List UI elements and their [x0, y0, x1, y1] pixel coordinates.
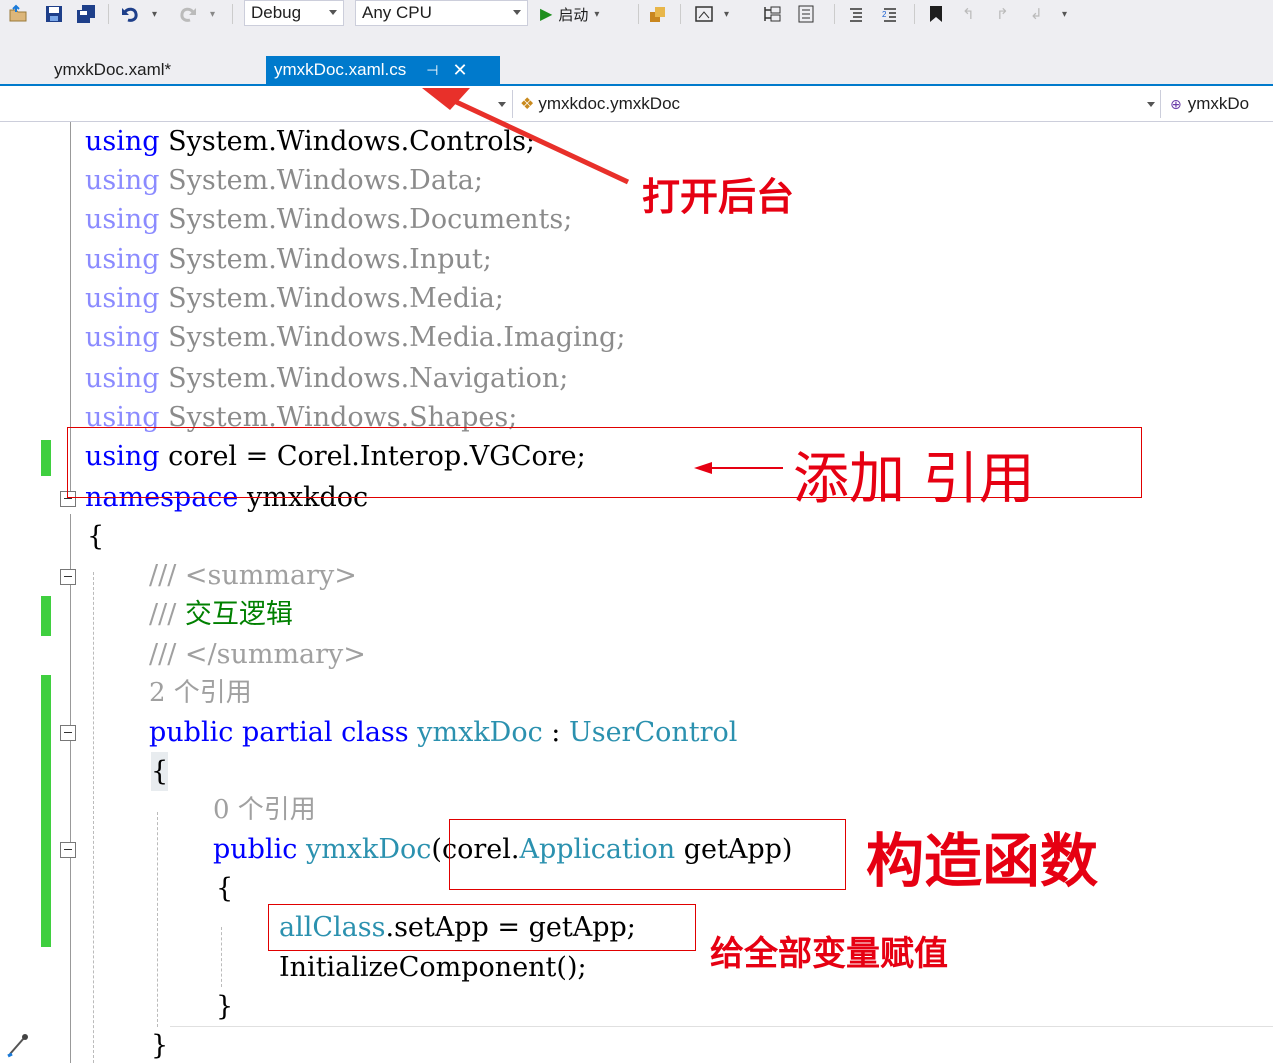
code-line: using System.Windows.Documents; — [85, 204, 573, 235]
assignment-highlight — [268, 904, 696, 951]
tab-ymxkdoc-xaml-cs[interactable]: ymxkDoc.xaml.cs ⊣ ✕ — [266, 56, 500, 84]
code-line: /// 交互逻辑 — [149, 599, 293, 630]
type-dropdown[interactable]: ❖ ymxkdoc.ymxkDoc — [520, 90, 680, 118]
member-icon: ⊕ — [1170, 95, 1182, 112]
change-indicator — [41, 675, 51, 947]
code-line: using System.Windows.Media.Imaging; — [85, 322, 626, 353]
solution-config-value: Debug — [251, 3, 302, 22]
indent-guide — [157, 812, 158, 1027]
indent-guide — [93, 572, 94, 1063]
code-line: using System.Windows.Input; — [85, 244, 492, 275]
solution-config-dropdown[interactable]: Debug — [244, 0, 344, 26]
comment-icon[interactable] — [846, 2, 866, 26]
toolbar: ▾ ▾ Debug Any CPU ▶ 启动 ▾ ▾ 2 ↰ ↱ ↲ ▾ — [0, 0, 1273, 30]
codelens-refs[interactable]: 0 个引用 — [213, 791, 316, 830]
redo-dropdown-icon[interactable]: ▾ — [210, 2, 215, 26]
navigation-bar: ❖ ymxkdoc.ymxkDoc ⊕ ymxkDo — [0, 86, 1273, 122]
member-dropdown[interactable]: ⊕ ymxkDo — [1170, 90, 1249, 118]
uncomment-icon[interactable]: 2 — [880, 2, 900, 26]
prev-bookmark-icon[interactable]: ↰ — [962, 2, 975, 26]
open-backend-annotation: 打开后台 — [642, 175, 795, 219]
tab-label: ymxkDoc.xaml.cs — [274, 60, 407, 79]
save-all-icon[interactable] — [76, 2, 96, 26]
code-line: using System.Windows.Media; — [85, 283, 504, 314]
type-dropdown-arrow-icon[interactable] — [1147, 102, 1155, 107]
collapse-summary-icon[interactable] — [60, 569, 76, 585]
clear-bookmarks-icon[interactable]: ↲ — [1030, 2, 1043, 26]
undo-icon[interactable] — [120, 2, 140, 26]
constructor-annotation: 构造函数 — [866, 827, 1099, 895]
code-line: /// </summary> — [149, 639, 366, 670]
browser-link-icon[interactable] — [694, 2, 714, 26]
close-icon[interactable]: ✕ — [452, 60, 467, 81]
indent-guide — [221, 927, 222, 987]
document-tab-strip: ymxkDoc.xaml* ymxkDoc.xaml.cs ⊣ ✕ — [0, 30, 1273, 86]
code-line: InitializeComponent(); — [279, 952, 587, 983]
code-line: using System.Windows.Navigation; — [85, 363, 569, 394]
member-dropdown-value: ymxkDo — [1187, 94, 1250, 113]
save-icon[interactable] — [44, 2, 64, 26]
code-line: using System.Windows.Data; — [85, 165, 483, 196]
project-dropdown-icon[interactable] — [498, 102, 506, 107]
play-icon: ▶ — [540, 6, 553, 23]
code-line: } — [151, 1030, 169, 1061]
svg-text:2: 2 — [882, 10, 887, 19]
toolbar-overflow-icon[interactable]: ▾ — [1062, 2, 1067, 26]
code-editor[interactable]: using System.Windows.Controls; using Sys… — [0, 122, 1273, 1063]
attach-icon[interactable] — [648, 2, 668, 26]
start-dropdown-icon: ▾ — [594, 8, 600, 20]
start-label: 启动 — [558, 6, 589, 24]
pin-icon[interactable]: ⊣ — [426, 62, 438, 79]
code-line: { — [87, 521, 105, 552]
browser-link-dropdown-icon[interactable]: ▾ — [724, 2, 729, 26]
class-icon: ❖ — [520, 96, 535, 113]
add-reference-annotation: 添加 引用 — [793, 447, 1035, 512]
code-line: using System.Windows.Controls; — [85, 126, 536, 157]
code-line: } — [216, 991, 234, 1022]
class-view-icon[interactable] — [762, 2, 782, 26]
codelens-refs[interactable]: 2 个引用 — [149, 674, 252, 713]
code-line: { — [151, 752, 169, 791]
change-indicator — [41, 440, 51, 476]
open-folder-icon[interactable] — [8, 2, 28, 26]
assign-global-annotation: 给全部变量赋值 — [710, 934, 948, 974]
quick-actions-icon[interactable] — [6, 1028, 30, 1058]
document-outline-icon[interactable] — [796, 2, 816, 26]
platform-value: Any CPU — [362, 3, 432, 22]
type-dropdown-value: ymxkdoc.ymxkDoc — [538, 94, 681, 113]
constructor-param-highlight — [449, 819, 846, 890]
code-line: { — [216, 873, 234, 904]
platform-dropdown[interactable]: Any CPU — [355, 0, 528, 26]
undo-dropdown-icon[interactable]: ▾ — [152, 2, 157, 26]
code-line: /// <summary> — [149, 560, 357, 591]
start-button[interactable]: ▶ 启动 ▾ — [540, 2, 599, 26]
tab-label: ymxkDoc.xaml* — [54, 60, 172, 79]
tab-ymxkdoc-xaml[interactable]: ymxkDoc.xaml* — [46, 56, 256, 84]
redo-icon[interactable] — [178, 2, 198, 26]
collapse-class-icon[interactable] — [60, 725, 76, 741]
outline-line — [70, 514, 71, 1063]
next-bookmark-icon[interactable]: ↱ — [996, 2, 1009, 26]
collapse-ctor-icon[interactable] — [60, 842, 76, 858]
change-indicator — [41, 596, 51, 636]
code-line: public partial class ymxkDoc : UserContr… — [149, 717, 738, 748]
bookmark-icon[interactable] — [926, 2, 946, 26]
